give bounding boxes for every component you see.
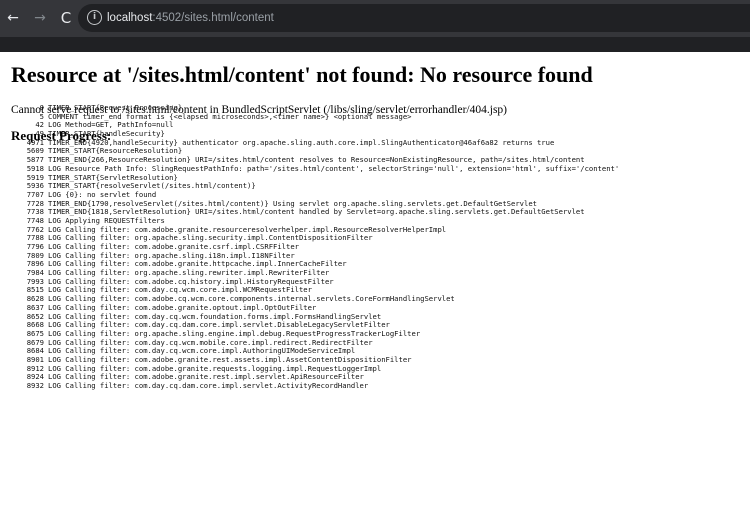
log-message: LOG Calling filter: com.adobe.granite.re…: [48, 355, 412, 364]
log-line: 4971 TIMER_END{4920,handleSecurity} authe…: [24, 138, 746, 148]
log-line: 8515 LOG Calling filter: com.day.cq.wcm.c…: [24, 286, 746, 295]
log-line: 7993 LOG Calling filter: com.adobe.cq.his…: [24, 277, 746, 287]
log-line: 7796 LOG Calling filter: com.adobe.granit…: [24, 242, 746, 252]
log-line: 7748 LOG Applying REQUESTfilters: [24, 216, 746, 226]
log-message: TIMER_END{1790,resolveServlet(/sites.htm…: [48, 199, 537, 208]
log-message: TIMER_START{ServletResolution}: [48, 173, 178, 182]
log-line: 7788 LOG Calling filter: org.apache.sling…: [24, 234, 746, 243]
log-line: 5936 TIMER_START{resolveServlet(/sites.ht…: [24, 181, 746, 191]
log-line: 8637 LOG Calling filter: com.adobe.granit…: [24, 303, 746, 313]
site-info-icon[interactable]: i: [87, 10, 102, 25]
log-message: LOG Calling filter: com.adobe.cq.history…: [48, 277, 334, 286]
log-line: 8932 LOG Calling filter: com.day.cq.dam.c…: [24, 381, 746, 391]
log-message: LOG Method=GET, PathInfo=null: [48, 121, 174, 130]
log-message: LOG Calling filter: org.apache.sling.rew…: [48, 269, 330, 278]
log-line: 8901 LOG Calling filter: com.adobe.granit…: [24, 355, 746, 365]
log-line: 7762 LOG Calling filter: com.adobe.granit…: [24, 225, 746, 235]
log-message: LOG Calling filter: com.day.cq.wcm.core.…: [48, 347, 356, 356]
log-message: LOG Calling filter: com.adobe.granite.ht…: [48, 260, 347, 269]
address-bar[interactable]: i localhost:4502/sites.html/content: [78, 4, 750, 32]
log-line: 8668 LOG Calling filter: com.day.cq.dam.c…: [24, 320, 746, 330]
log-message: LOG Calling filter: com.adobe.granite.re…: [48, 373, 364, 382]
log-message: TIMER_END{266,ResourceResolution} URI=/s…: [48, 156, 585, 165]
log-line: 42 LOG Method=GET, PathInfo=null: [24, 121, 746, 130]
log-line: 8675 LOG Calling filter: org.apache.sling…: [24, 329, 746, 339]
log-message: TIMER_END{1818,ServletResolution} URI=/s…: [48, 208, 585, 217]
log-line: 5609 TIMER_START{ResourceResolution}: [24, 147, 746, 156]
log-line: 8924 LOG Calling filter: com.adobe.granit…: [24, 373, 746, 382]
url-path: :4502/sites.html/content: [152, 12, 274, 24]
log-message: LOG Calling filter: com.adobe.granite.re…: [48, 364, 382, 373]
log-message: LOG Calling filter: org.apache.sling.sec…: [48, 234, 373, 243]
log-line: 5919 TIMER_START{ServletResolution}: [24, 173, 746, 183]
log-message: LOG Calling filter: com.day.cq.wcm.found…: [48, 312, 382, 321]
log-message: TIMER_START{resolveServlet(/sites.html/c…: [48, 182, 256, 191]
url-host: localhost: [107, 12, 153, 24]
log-line: 0 TIMER_START{Request Processing}: [24, 103, 746, 113]
log-line: 8628 LOG Calling filter: com.adobe.cq.wcm…: [24, 294, 746, 304]
log-line: 49 TIMER_START{handleSecurity}: [24, 129, 746, 139]
page-title: Resource at '/sites.html/content' not fo…: [11, 62, 593, 87]
back-arrow-icon[interactable]: ←: [4, 8, 22, 28]
log-line: 7896 LOG Calling filter: com.adobe.granit…: [24, 260, 746, 269]
log-line: 8912 LOG Calling filter: com.adobe.granit…: [24, 364, 746, 374]
browser-toolbar: ← → C i localhost:4502/sites.html/conten…: [0, 0, 750, 37]
log-line: 8652 LOG Calling filter: com.day.cq.wcm.f…: [24, 312, 746, 322]
log-message: LOG Calling filter: com.adobe.granite.re…: [48, 225, 447, 234]
log-message: TIMER_START{handleSecurity}: [48, 130, 165, 139]
log-message: LOG Calling filter: com.adobe.cq.wcm.cor…: [48, 295, 455, 304]
log-line: 5 COMMENT timer_end format is {<elapsed m…: [24, 112, 746, 122]
log-message: LOG Calling filter: com.adobe.granite.op…: [48, 303, 317, 312]
url-text[interactable]: localhost:4502/sites.html/content: [107, 10, 274, 26]
log-line: 7707 LOG {0}: no servlet found: [24, 190, 746, 200]
log-line: 7728 TIMER_END{1790,resolveServlet(/sites…: [24, 199, 746, 209]
log-message: LOG Resource Path Info: SlingRequestPath…: [48, 164, 620, 173]
log-message: TIMER_END{4920,handleSecurity} authentic…: [48, 138, 555, 147]
request-progress-log: 0 TIMER_START{Request Processing} 5 COMMENT…: [24, 103, 746, 391]
log-time: 8932: [26, 381, 44, 390]
log-line: 7984 LOG Calling filter: org.apache.sling…: [24, 268, 746, 278]
forward-arrow-icon[interactable]: →: [31, 8, 49, 28]
log-line: 7809 LOG Calling filter: org.apache.sling…: [24, 251, 746, 261]
log-message: LOG Applying REQUESTfilters: [48, 216, 165, 225]
log-message: TIMER_START{Request Processing}: [48, 104, 183, 112]
log-message: LOG Calling filter: com.adobe.granite.cs…: [48, 243, 299, 251]
log-line: 7738 TIMER_END{1818,ServletResolution} UR…: [24, 208, 746, 217]
log-line: 8684 LOG Calling filter: com.day.cq.wcm.c…: [24, 347, 746, 356]
log-message: LOG Calling filter: org.apache.sling.i18…: [48, 251, 295, 260]
log-message: LOG Calling filter: com.day.cq.wcm.core.…: [48, 286, 312, 295]
reload-icon[interactable]: C: [57, 8, 75, 28]
log-line: 5877 TIMER_END{266,ResourceResolution} UR…: [24, 155, 746, 165]
browser-toolbar-strip: [0, 37, 750, 52]
log-line: 5918 LOG Resource Path Info: SlingRequest…: [24, 164, 746, 174]
log-message: COMMENT timer_end format is {<elapsed mi…: [48, 112, 412, 121]
log-message: TIMER_START{ResourceResolution}: [48, 147, 183, 156]
log-message: LOG Calling filter: org.apache.sling.eng…: [48, 329, 421, 338]
log-line: 8679 LOG Calling filter: com.day.cq.wcm.m…: [24, 338, 746, 348]
log-message: LOG Calling filter: com.day.cq.wcm.mobil…: [48, 338, 373, 347]
log-message: LOG Calling filter: com.day.cq.dam.core.…: [48, 382, 369, 390]
log-message: LOG Calling filter: com.day.cq.dam.core.…: [48, 321, 390, 330]
log-message: LOG {0}: no servlet found: [48, 190, 157, 199]
